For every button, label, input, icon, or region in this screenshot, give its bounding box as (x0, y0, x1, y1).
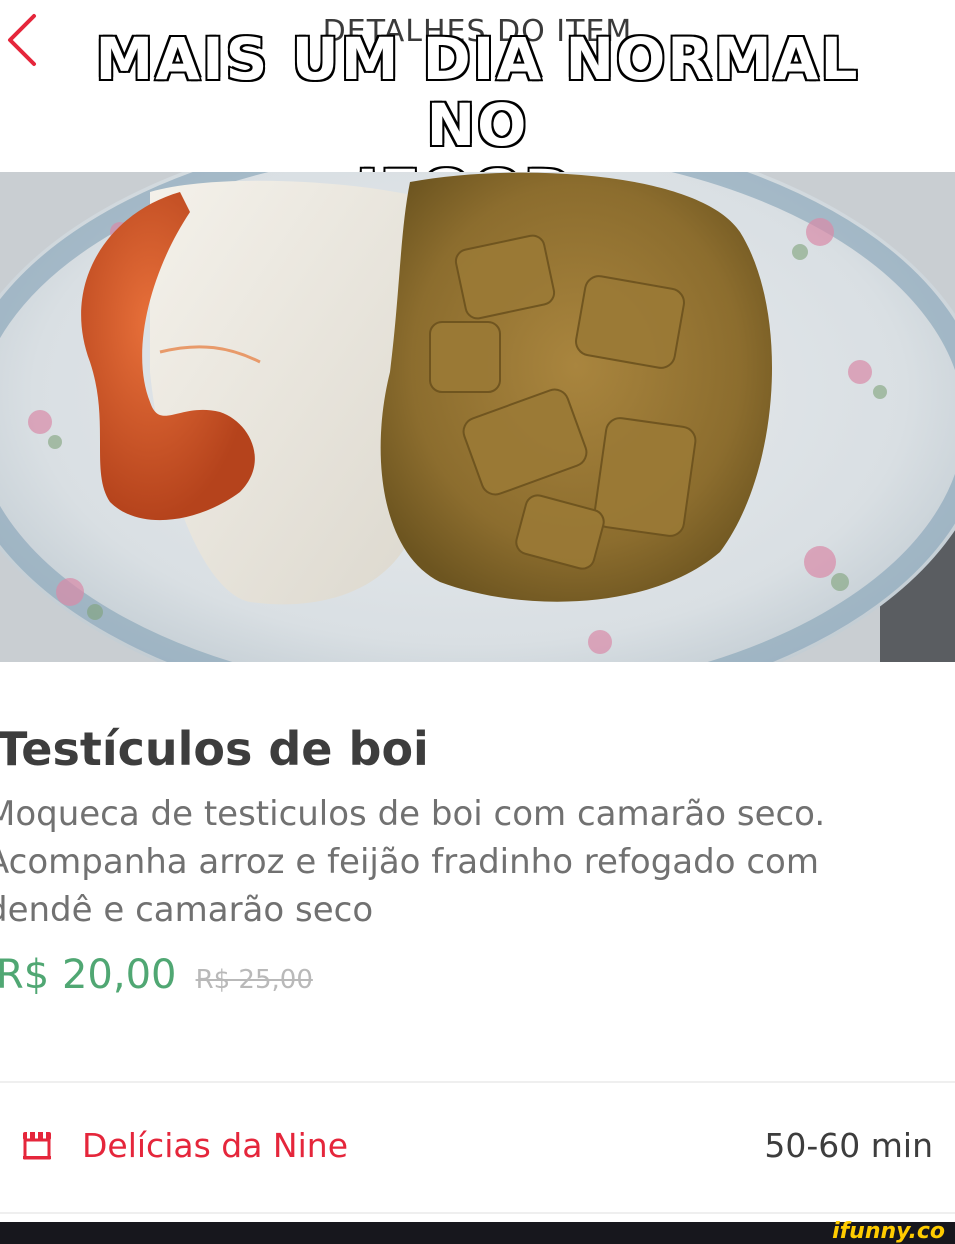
item-description: Moqueca de testiculos de boi com camarão… (0, 790, 946, 934)
food-photo (0, 172, 955, 662)
divider (0, 1081, 955, 1083)
divider (0, 1212, 955, 1214)
watermark-bar: ifunny.co (0, 1219, 955, 1244)
item-name: Testículos de boi (0, 722, 429, 776)
store-name-link[interactable]: Delícias da Nine (82, 1126, 348, 1165)
item-description-line-2: Acompanha arroz e feijão fradinho refoga… (0, 842, 819, 882)
watermark-logo: ifunny.co (832, 1219, 945, 1244)
item-description-line-3: dendê e camarão seco (0, 890, 374, 930)
price-row: R$ 20,00 R$ 25,00 (0, 952, 313, 998)
store-icon[interactable] (20, 1128, 54, 1162)
delivery-time: 50-60 min (764, 1126, 933, 1165)
current-price: R$ 20,00 (0, 952, 177, 998)
item-description-line-1: Moqueca de testiculos de boi com camarão… (0, 794, 826, 834)
old-price: R$ 25,00 (195, 965, 313, 995)
meme-caption-line-1: MAIS UM DIA NORMAL NO (94, 25, 860, 160)
